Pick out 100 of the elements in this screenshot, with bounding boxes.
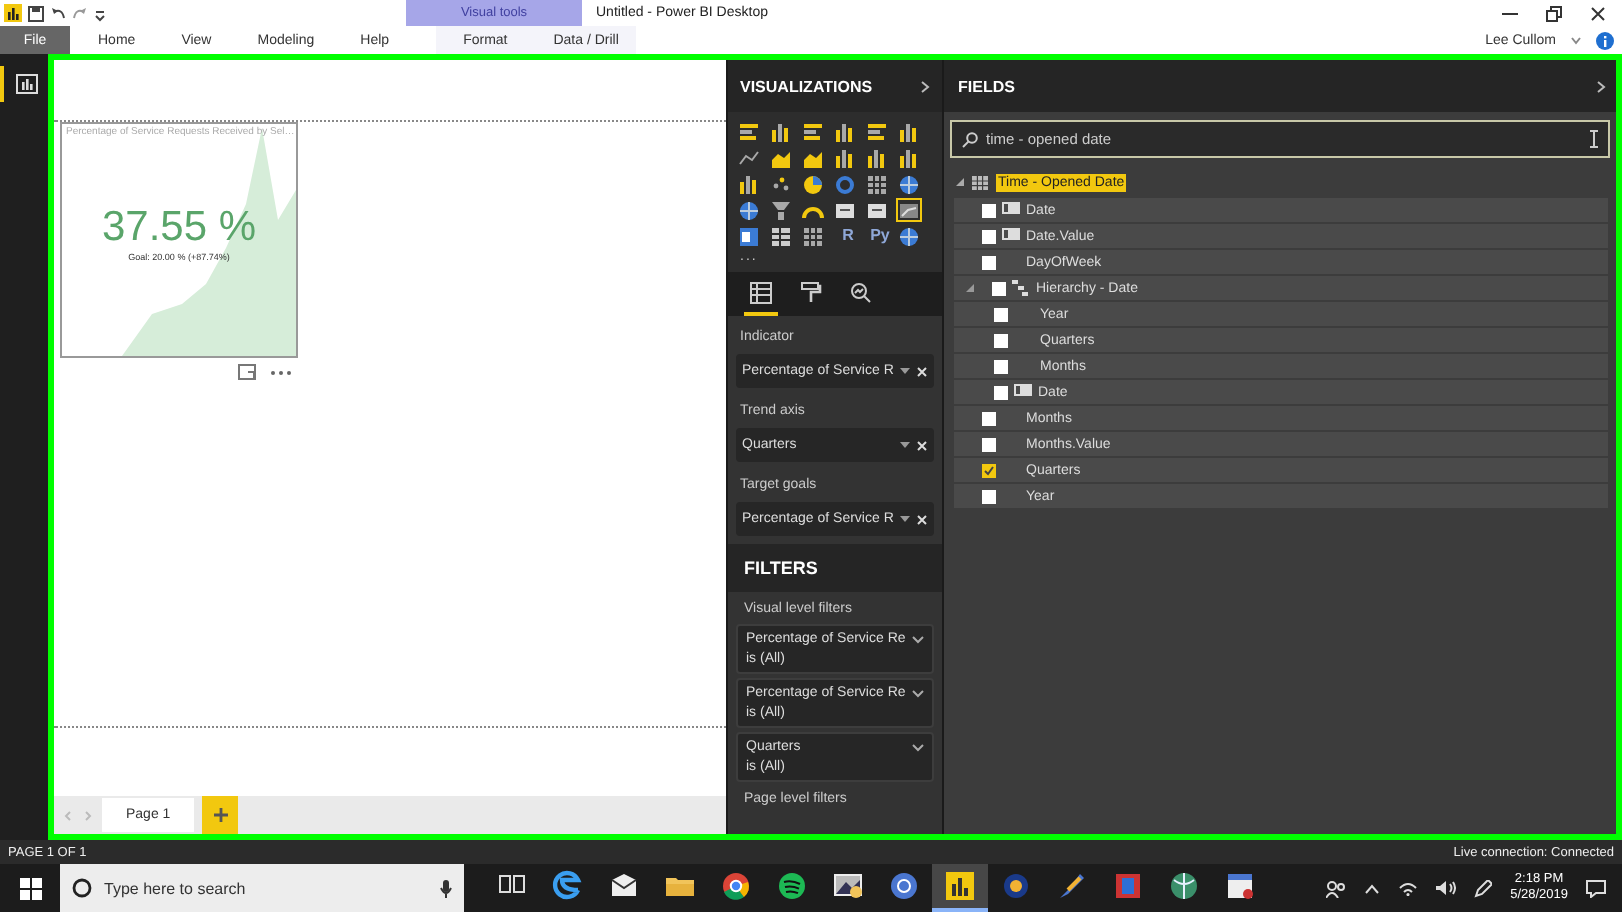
bar-visual-icon[interactable] <box>866 121 888 143</box>
music-app-icon <box>776 870 808 902</box>
redo-icon[interactable] <box>72 5 88 21</box>
checkbox[interactable] <box>994 359 1008 373</box>
checkbox[interactable] <box>982 489 996 503</box>
card-visual-icon[interactable] <box>834 199 856 221</box>
remove-icon[interactable] <box>916 365 928 377</box>
browser-circle-icon <box>720 870 752 902</box>
column-visual-icon[interactable] <box>834 121 856 143</box>
close-icon[interactable] <box>1590 5 1606 21</box>
chevron-right-icon[interactable] <box>920 79 930 93</box>
round-app-icon <box>888 870 920 902</box>
slicer-visual-icon[interactable] <box>738 225 760 247</box>
checkbox[interactable] <box>982 229 996 243</box>
visual-type-button[interactable]: Py <box>864 224 896 248</box>
scatter-visual-icon[interactable] <box>770 173 792 195</box>
pane-title: VISUALIZATIONS <box>740 77 873 95</box>
hierarchy-icon <box>1012 280 1030 296</box>
checkbox[interactable] <box>992 281 1006 295</box>
card-visual-icon[interactable] <box>866 199 888 221</box>
chevron-down-icon[interactable] <box>912 689 924 697</box>
caret-icon[interactable] <box>900 441 910 449</box>
picture-app-icon <box>832 870 864 902</box>
visual-type-button[interactable]: R <box>832 224 864 248</box>
pen-icon[interactable] <box>1474 879 1493 897</box>
column-visual-icon[interactable] <box>898 147 920 169</box>
window-app-icon <box>1224 870 1256 902</box>
globe-visual-icon[interactable] <box>898 173 920 195</box>
globe-visual-icon[interactable] <box>898 225 920 247</box>
chevron-right-icon[interactable] <box>1596 79 1606 93</box>
windows-logo-icon[interactable] <box>19 877 41 899</box>
info-icon[interactable] <box>1596 31 1614 49</box>
remove-icon[interactable] <box>916 513 928 525</box>
chevron-down-icon[interactable] <box>912 743 924 751</box>
line-visual-icon[interactable] <box>738 147 760 169</box>
chevron-up-icon[interactable] <box>1364 883 1381 893</box>
column-visual-icon[interactable] <box>898 121 920 143</box>
wifi-icon[interactable] <box>1398 880 1419 896</box>
bar-visual-icon[interactable] <box>802 121 824 143</box>
chevron-down-icon[interactable] <box>912 635 924 643</box>
expand-triangle-icon[interactable] <box>956 178 964 186</box>
taskbar-app-button[interactable] <box>932 864 988 912</box>
customize-caret-icon[interactable] <box>94 5 106 21</box>
pie-visual-icon[interactable] <box>802 173 824 195</box>
notification-icon[interactable] <box>1586 879 1606 897</box>
restore-icon[interactable] <box>1546 5 1562 21</box>
grid-icon[interactable] <box>750 281 772 303</box>
expand-triangle-icon[interactable] <box>966 284 974 292</box>
browser-e-icon <box>552 870 584 902</box>
microphone-icon[interactable] <box>440 879 452 897</box>
checkbox[interactable] <box>994 307 1008 321</box>
column-visual-icon[interactable] <box>738 173 760 195</box>
matrix-visual-icon[interactable] <box>866 173 888 195</box>
funnel-visual-icon[interactable] <box>770 199 792 221</box>
area-visual-icon[interactable] <box>770 147 792 169</box>
column-visual-icon[interactable] <box>834 147 856 169</box>
report-icon[interactable] <box>15 74 37 94</box>
checkbox[interactable] <box>982 463 996 477</box>
power-bi-logo-icon <box>4 4 22 22</box>
focus-mode-icon[interactable] <box>238 364 256 380</box>
column-visual-icon[interactable] <box>770 121 792 143</box>
pane-title: FIELDS <box>958 77 1015 95</box>
save-icon[interactable] <box>28 5 44 21</box>
checkbox[interactable] <box>994 333 1008 347</box>
caret-icon[interactable] <box>900 515 910 523</box>
text-cursor-icon <box>1590 130 1598 148</box>
checkbox[interactable] <box>982 255 996 269</box>
mail-icon <box>608 870 640 902</box>
kpi-visual-button[interactable] <box>896 198 922 222</box>
table-visual-icon[interactable] <box>770 225 792 247</box>
checkbox[interactable] <box>994 385 1008 399</box>
table-icon <box>972 175 988 189</box>
matrix-visual-icon[interactable] <box>802 225 824 247</box>
globe-app-icon <box>1168 870 1200 902</box>
square-app-icon <box>1112 870 1144 902</box>
column-visual-icon[interactable] <box>866 147 888 169</box>
taskbar-search-field[interactable]: Type here to search <box>60 864 464 912</box>
more-options-icon[interactable] <box>270 369 292 375</box>
bar-visual-icon[interactable] <box>738 121 760 143</box>
bar-chart-app-icon <box>944 870 976 902</box>
cortana-circle-icon <box>72 878 92 898</box>
chevron-down-icon[interactable] <box>1570 35 1582 45</box>
undo-icon[interactable] <box>50 5 66 21</box>
remove-icon[interactable] <box>916 439 928 451</box>
area-visual-icon[interactable] <box>802 147 824 169</box>
filters-header: FILTERS <box>728 544 942 592</box>
search-icon <box>962 131 978 147</box>
checkbox[interactable] <box>982 203 996 217</box>
caret-icon[interactable] <box>900 367 910 375</box>
kpi-value: 37.55 % <box>101 206 257 248</box>
plus-icon <box>213 808 228 822</box>
checkbox[interactable] <box>982 411 996 425</box>
paint-roller-icon[interactable] <box>800 281 822 303</box>
disc-app-icon <box>1000 870 1032 902</box>
magnifier-chart-icon[interactable] <box>850 281 872 303</box>
globe-visual-icon[interactable] <box>738 199 760 221</box>
people-icon[interactable] <box>1326 879 1347 897</box>
checkbox[interactable] <box>982 437 996 451</box>
volume-icon[interactable] <box>1436 880 1457 896</box>
add-page-button[interactable] <box>202 796 239 834</box>
